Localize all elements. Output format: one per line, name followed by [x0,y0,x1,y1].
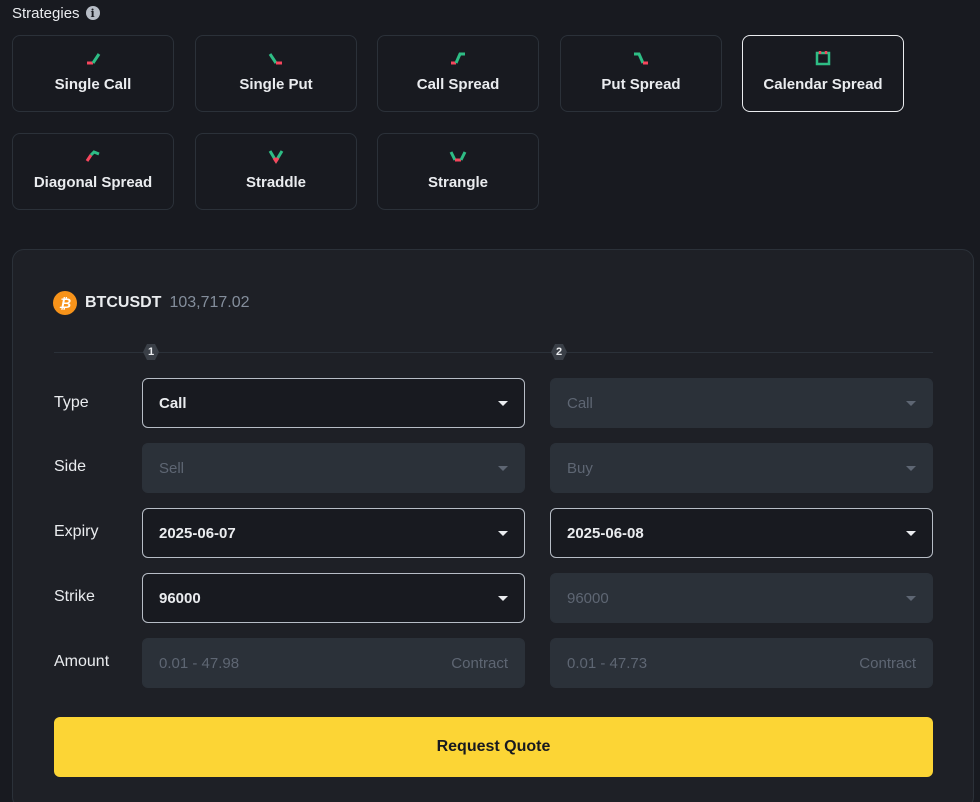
select-value: 2025-06-08 [567,524,644,542]
single-call-icon [81,48,105,68]
strategy-label: Diagonal Spread [33,174,153,191]
strategy-straddle[interactable]: Straddle [195,133,357,210]
strategy-label: Call Spread [416,76,500,93]
select-value: 96000 [159,589,201,607]
strategy-calendar-spread[interactable]: Calendar Spread [742,35,904,112]
select-value: 96000 [567,589,609,607]
strategy-strangle[interactable]: Strangle [377,133,539,210]
strangle-icon [446,146,470,166]
pair-symbol: BTCUSDT [85,294,162,311]
calendar-icon [811,48,835,68]
bitcoin-icon: ₿ [53,291,77,315]
strategy-label: Single Call [54,76,132,93]
leg1-expiry-select[interactable]: 2025-06-07 [142,508,525,558]
single-put-icon [264,48,288,68]
leg2-side-select: Buy [550,443,933,493]
strike-label: Strike [54,588,95,605]
expiry-label: Expiry [54,523,99,540]
strategy-label: Calendar Spread [763,76,883,93]
legs-divider [54,352,933,353]
strategy-label: Straddle [245,174,306,191]
caret-down-icon [906,400,916,406]
pair-info: ₿ BTCUSDT 103,717.02 [53,290,250,316]
strategy-put-spread[interactable]: Put Spread [560,35,722,112]
amount-unit: Contract [859,654,916,672]
leg2-expiry-select[interactable]: 2025-06-08 [550,508,933,558]
put-spread-icon [629,48,653,68]
amount-label: Amount [54,653,110,670]
side-label: Side [54,458,87,475]
request-quote-button[interactable]: Request Quote [54,717,933,777]
leg1-strike-select[interactable]: 96000 [142,573,525,623]
diagonal-spread-icon [81,146,105,166]
leg1-type-select[interactable]: Call [142,378,525,428]
strategy-single-put[interactable]: Single Put [195,35,357,112]
caret-down-icon [498,465,508,471]
strategy-label: Put Spread [601,76,681,93]
caret-down-icon [906,465,916,471]
select-value: Buy [567,459,593,477]
caret-down-icon [498,530,508,536]
straddle-icon [264,146,288,166]
caret-down-icon [906,530,916,536]
leg2-type-select: Call [550,378,933,428]
select-value: 2025-06-07 [159,524,236,542]
amount-placeholder: 0.01 - 47.98 [159,654,240,672]
select-value: Call [159,394,187,412]
strategy-single-call[interactable]: Single Call [12,35,174,112]
strategies-header: Strategies i [12,2,100,24]
leg2-strike-select: 96000 [550,573,933,623]
caret-down-icon [498,595,508,601]
amount-placeholder: 0.01 - 47.73 [567,654,648,672]
strategy-diagonal-spread[interactable]: Diagonal Spread [12,133,174,210]
strategy-label: Strangle [427,174,488,191]
info-icon[interactable]: i [85,6,100,20]
caret-down-icon [906,595,916,601]
amount-unit: Contract [451,654,508,672]
strategy-call-spread[interactable]: Call Spread [377,35,539,112]
leg1-side-select: Sell [142,443,525,493]
call-spread-icon [446,48,470,68]
select-value: Sell [159,459,185,477]
caret-down-icon [498,400,508,406]
pair-price: 103,717.02 [169,294,250,311]
leg2-amount-input[interactable]: 0.01 - 47.73 Contract [550,638,933,688]
strategies-title: Strategies [12,4,80,22]
leg1-amount-input[interactable]: 0.01 - 47.98 Contract [142,638,525,688]
select-value: Call [567,394,593,412]
type-label: Type [54,394,89,411]
strategy-label: Single Put [239,76,313,93]
